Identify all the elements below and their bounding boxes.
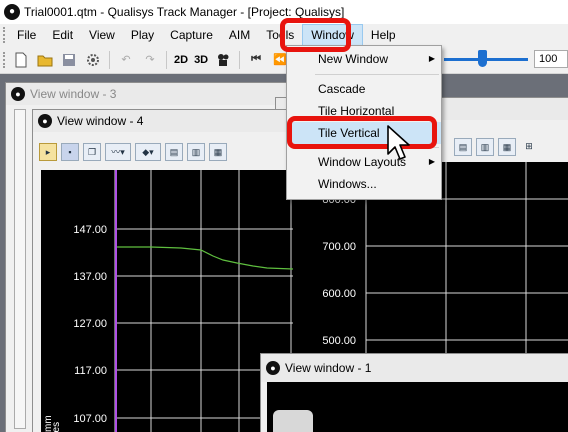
- highlight-tile-vertical: [287, 116, 437, 149]
- menu-aim[interactable]: AIM: [221, 24, 258, 46]
- qtm-app-icon: ●: [4, 4, 20, 20]
- y-tick-label: 700.00: [322, 241, 356, 253]
- y-tick-label: 107.00: [73, 413, 107, 425]
- view-window-3-titlebar[interactable]: ● View window - 3: [6, 83, 294, 105]
- view-window-4[interactable]: ● View window - 4 ▸ ▪ ❐ 〰▾ ◆▾ ▤ ▥ ▦ 147.…: [32, 109, 293, 432]
- copy-plot-icon[interactable]: ❐: [83, 143, 101, 161]
- y-tick-label: 147.00: [73, 224, 107, 236]
- menu-item-window-layouts[interactable]: Window Layouts ▶: [287, 151, 441, 173]
- skip-to-start-icon[interactable]: ⏮: [246, 50, 266, 70]
- camera-icon[interactable]: [213, 50, 233, 70]
- mdi-workspace: ● View window - 3 ▤ ▥ ▦ ⊞ 800.00 700.00 60…: [0, 75, 568, 432]
- qtm-application: ● Trial0001.qtm - Qualisys Track Manager…: [0, 0, 568, 432]
- qtm-window-icon: ●: [11, 87, 25, 101]
- data-series-line: [117, 246, 293, 270]
- layout-grid-icon[interactable]: ▦: [209, 143, 227, 161]
- line-chart-icon[interactable]: 〰▾: [105, 143, 131, 161]
- menu-capture[interactable]: Capture: [162, 24, 221, 46]
- toolbar-grip[interactable]: [3, 51, 9, 68]
- open-plot-icon[interactable]: ▸: [39, 143, 57, 161]
- save-icon[interactable]: [59, 50, 79, 70]
- view-window-1-inner-panel: [273, 410, 313, 432]
- highlight-window-menu: [280, 18, 351, 52]
- zoom-value-field[interactable]: 100: [534, 50, 568, 68]
- y-tick-label: 137.00: [73, 271, 107, 283]
- menu-item-cascade-label: Cascade: [318, 82, 366, 96]
- view-window-1-titlebar[interactable]: ● View window - 1: [261, 354, 568, 382]
- y-tick-label: 117.00: [74, 365, 107, 377]
- new-file-icon[interactable]: [11, 50, 31, 70]
- toolbar-divider: [109, 50, 110, 69]
- toolbar-divider: [166, 50, 167, 69]
- left-plot-canvas: 147.00137.00127.00117.00107.00mmees: [43, 170, 293, 432]
- right-plot-toolbar: ▤ ▥ ▦ ⊞: [452, 134, 568, 160]
- submenu-arrow-icon: ▶: [428, 54, 435, 63]
- playback-speed-slider-thumb[interactable]: [478, 50, 487, 67]
- qtm-window-icon: ●: [38, 114, 52, 128]
- layout-single-icon[interactable]: ▤: [165, 143, 183, 161]
- left-plot-area[interactable]: 147.00 137.00 127.00 117.00 107.00 mm ees: [41, 170, 293, 432]
- view-2d-button[interactable]: 2D: [171, 54, 191, 66]
- layout-split-icon[interactable]: ▥: [476, 138, 494, 156]
- mouse-pointer-icon: [387, 125, 410, 160]
- view-window-1-title: View window - 1: [285, 361, 372, 375]
- menu-item-windows-label: Windows...: [318, 177, 377, 191]
- y-tick-label: 500.00: [322, 335, 356, 347]
- menu-item-cascade[interactable]: Cascade: [287, 78, 441, 100]
- left-plot-toolbar: ▸ ▪ ❐ 〰▾ ◆▾ ▤ ▥ ▦: [37, 138, 291, 166]
- menu-item-windows[interactable]: Windows...: [287, 173, 441, 195]
- view-window-4-title: View window - 4: [57, 114, 144, 128]
- menu-separator: [315, 74, 439, 75]
- menu-item-new-window-label: New Window: [318, 52, 389, 66]
- y-tick-label: 127.00: [73, 318, 107, 330]
- menu-edit[interactable]: Edit: [44, 24, 81, 46]
- layout-split-icon[interactable]: ▥: [187, 143, 205, 161]
- view-3d-button[interactable]: 3D: [191, 54, 211, 66]
- layout-single-icon[interactable]: ▤: [454, 138, 472, 156]
- menu-view[interactable]: View: [81, 24, 123, 46]
- view-window-3-scroll-strip: [14, 109, 26, 429]
- menu-help[interactable]: Help: [363, 24, 404, 46]
- layout-grid-icon[interactable]: ▦: [498, 138, 516, 156]
- submenu-arrow-icon: ▶: [428, 157, 435, 166]
- view-window-1[interactable]: ● View window - 1: [260, 353, 568, 432]
- open-folder-icon[interactable]: [35, 50, 55, 70]
- view-window-4-titlebar[interactable]: ● View window - 4: [33, 110, 291, 132]
- menu-file[interactable]: File: [9, 24, 44, 46]
- paint-bucket-icon[interactable]: ◆▾: [135, 143, 161, 161]
- view-window-3-title: View window - 3: [30, 87, 117, 101]
- window-title: Trial0001.qtm - Qualisys Track Manager -…: [24, 5, 345, 19]
- qtm-window-icon: ●: [266, 361, 280, 375]
- menu-play[interactable]: Play: [123, 24, 162, 46]
- undo-icon[interactable]: ↶: [116, 50, 136, 70]
- settings-gear-icon[interactable]: [83, 50, 103, 70]
- y-tick-label: 600.00: [322, 288, 356, 300]
- table-icon[interactable]: ⊞: [520, 138, 538, 156]
- y-axis-title-label: ees: [51, 422, 62, 432]
- toolbar-divider: [239, 50, 241, 69]
- view-window-1-content[interactable]: [267, 382, 568, 432]
- save-plot-icon[interactable]: ▪: [61, 143, 79, 161]
- redo-icon[interactable]: ↷: [140, 50, 160, 70]
